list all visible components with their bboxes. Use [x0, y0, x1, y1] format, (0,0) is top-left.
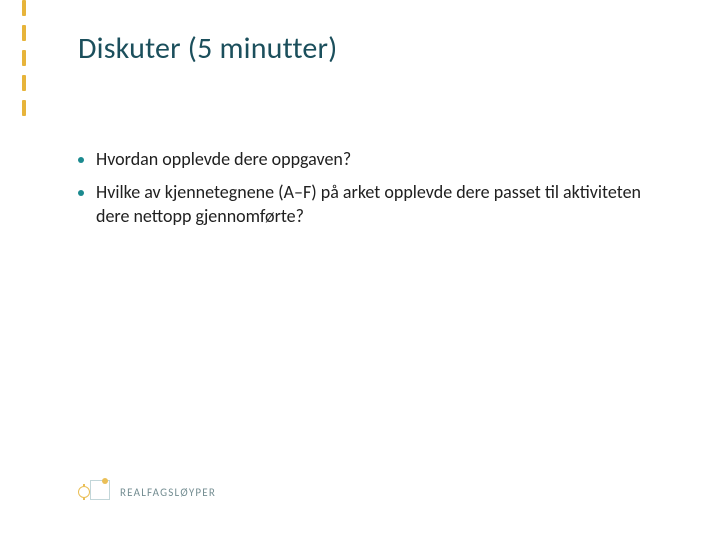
dash-segment [22, 25, 26, 41]
dash-segment [22, 75, 26, 91]
bullet-text: Hvilke av kjennetegnene (A–F) på arket o… [96, 181, 658, 228]
logo-mark-icon [78, 480, 112, 504]
bullet-list: Hvordan opplevde dere oppgaven? Hvilke a… [78, 148, 658, 238]
dash-segment [22, 50, 26, 66]
list-item: Hvilke av kjennetegnene (A–F) på arket o… [78, 181, 658, 228]
bullet-text: Hvordan opplevde dere oppgaven? [96, 148, 658, 171]
bullet-icon [78, 157, 84, 163]
dash-segment [22, 100, 26, 116]
slide-title: Diskuter (5 minutter) [78, 30, 337, 67]
gear-icon [78, 486, 90, 498]
sun-icon [102, 478, 108, 484]
list-item: Hvordan opplevde dere oppgaven? [78, 148, 658, 171]
decorative-dashes [22, 0, 26, 116]
bullet-icon [78, 190, 84, 196]
dash-segment [22, 0, 26, 16]
logo-text: REALFAGSLØYPER [120, 486, 216, 499]
brand-logo: REALFAGSLØYPER [78, 480, 216, 504]
